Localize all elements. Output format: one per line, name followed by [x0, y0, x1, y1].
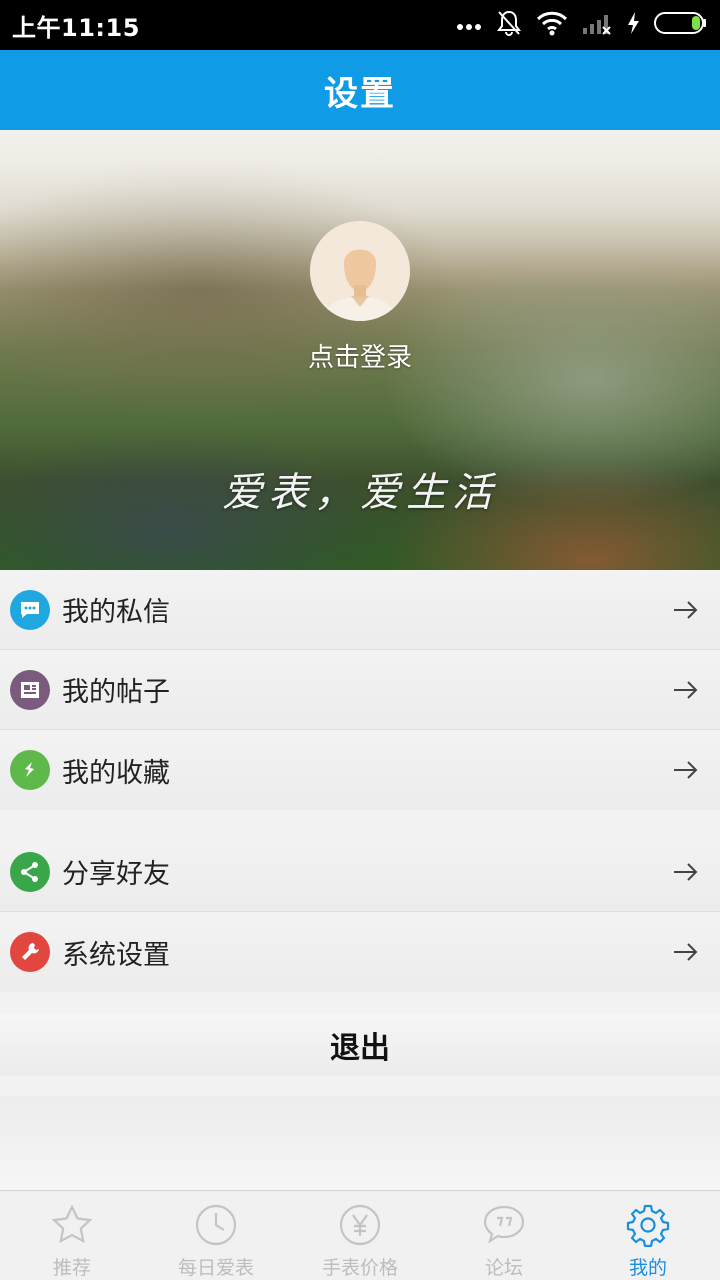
tab-label: 手表价格: [321, 1257, 398, 1279]
menu-group-app: 分享好友 系统设置: [0, 832, 720, 992]
page-title: 设置: [324, 73, 396, 114]
hero-slogan: 爱表，爱生活: [222, 470, 498, 516]
share-icon: [10, 851, 50, 892]
bottom-tab-bar: 推荐 每日爱表 手表价格 论坛 我的: [0, 1190, 720, 1280]
menu-item-label: 系统设置: [62, 939, 170, 971]
menu-item-favorites[interactable]: 我的收藏: [0, 730, 720, 810]
forum-icon: [482, 1203, 526, 1251]
more-dots-icon: [456, 16, 482, 35]
tab-mine[interactable]: 我的: [576, 1191, 720, 1280]
menu-item-settings[interactable]: 系统设置: [0, 912, 720, 992]
menu-item-label: 我的帖子: [62, 677, 170, 708]
menu-item-label: 我的收藏: [62, 757, 170, 789]
status-time: 上午11:15: [12, 13, 140, 42]
menu-group-account: 我的私信 我的帖子 我的收藏: [0, 570, 720, 810]
battery-icon: [654, 11, 708, 39]
arrow-right-icon: [666, 941, 706, 963]
menu-item-messages[interactable]: 我的私信: [0, 570, 720, 650]
wrench-icon: [10, 932, 50, 972]
tab-daily-watch[interactable]: 每日爱表: [144, 1191, 288, 1280]
gear-icon: [626, 1203, 670, 1251]
menu-item-posts[interactable]: 我的帖子: [0, 650, 720, 730]
menu-item-share[interactable]: 分享好友: [0, 832, 720, 912]
clock-icon: [194, 1203, 238, 1251]
message-icon: [10, 589, 50, 630]
empty-area: [0, 1096, 720, 1190]
menu-item-label: 分享好友: [62, 859, 170, 890]
tab-recommend[interactable]: 推荐: [0, 1191, 144, 1280]
arrow-right-icon: [666, 759, 706, 781]
tab-forum[interactable]: 论坛: [432, 1191, 576, 1280]
favorites-icon: [10, 750, 50, 790]
arrow-right-icon: [666, 861, 706, 883]
wifi-icon: [536, 10, 568, 40]
signal-icon: [582, 11, 612, 39]
arrow-right-icon: [666, 679, 706, 701]
menu-item-label: 我的私信: [62, 597, 170, 628]
status-bar: 上午11:15: [0, 0, 720, 50]
logout-button[interactable]: 退出: [0, 1014, 720, 1076]
status-icons: [456, 9, 708, 41]
notification-off-icon: [496, 9, 522, 41]
login-link[interactable]: 点击登录: [0, 337, 720, 374]
tab-watch-price[interactable]: 手表价格: [288, 1191, 432, 1280]
arrow-right-icon: [666, 599, 706, 621]
avatar-placeholder-icon: [310, 221, 410, 321]
tab-label: 论坛: [484, 1257, 523, 1279]
star-icon: [50, 1203, 94, 1251]
yen-icon: [338, 1203, 382, 1251]
tab-label: 每日爱表: [177, 1257, 254, 1279]
avatar[interactable]: [310, 221, 410, 321]
charging-icon: [626, 11, 640, 39]
profile-hero: 点击登录 爱表，爱生活: [0, 130, 720, 570]
tab-label: 我的: [628, 1257, 667, 1279]
title-bar: 设置: [0, 50, 720, 130]
posts-icon: [10, 669, 50, 710]
tab-label: 推荐: [52, 1257, 91, 1279]
